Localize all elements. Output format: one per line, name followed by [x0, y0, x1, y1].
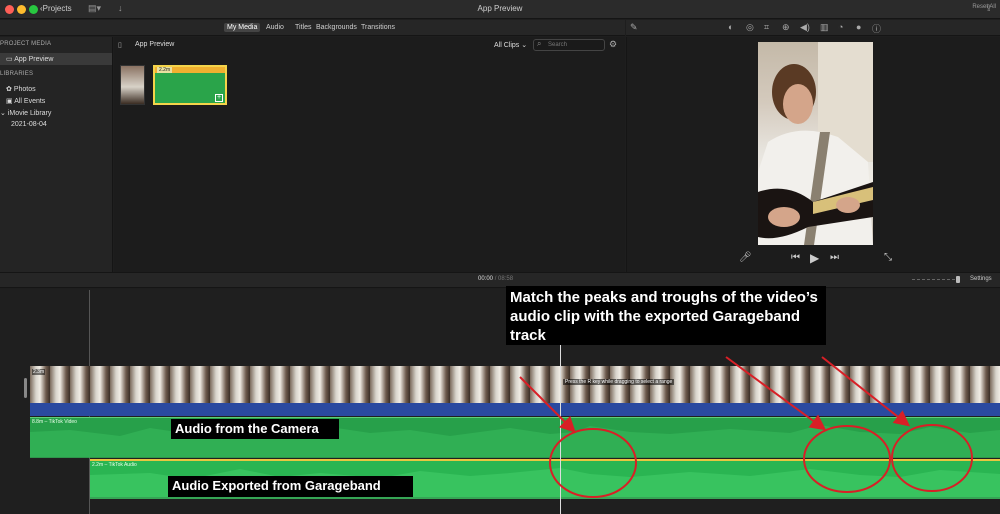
- microphone-icon[interactable]: 🎤︎: [739, 252, 752, 263]
- skip-forward-icon[interactable]: ⏭︎: [830, 252, 839, 263]
- equalizer-icon[interactable]: ▥: [820, 22, 829, 33]
- reset-all-button[interactable]: Reset All: [972, 4, 996, 10]
- tab-titles[interactable]: Titles: [292, 23, 314, 32]
- project-media-header: PROJECT MEDIA: [0, 41, 52, 47]
- guitarist-image: [758, 42, 873, 245]
- magic-wand-icon[interactable]: ✎: [630, 22, 638, 33]
- crop-icon[interactable]: ⌗: [764, 22, 769, 33]
- search-input[interactable]: Search: [533, 39, 605, 51]
- tab-audio[interactable]: Audio: [263, 23, 287, 32]
- play-icon[interactable]: ▶: [810, 251, 819, 265]
- video-preview: [758, 42, 873, 245]
- sidebar-item-event[interactable]: 2021-08-04: [11, 121, 47, 128]
- annotation-main: Match the peaks and troughs of the video…: [506, 286, 826, 345]
- clip-thumbnail-video[interactable]: [120, 65, 145, 105]
- speed-icon[interactable]: ◔: [838, 22, 843, 32]
- search-icon: ⌕: [537, 39, 542, 48]
- clip-duration-badge: 2.2m: [157, 67, 173, 73]
- browser-title: App Preview: [135, 41, 175, 48]
- timeline-settings-button[interactable]: Settings: [970, 276, 992, 282]
- stabilization-icon[interactable]: ⊕: [782, 22, 790, 33]
- timecode-display: 00:00 / 08:58: [478, 276, 514, 282]
- chevron-down-icon: ⌄: [521, 42, 528, 49]
- skip-back-icon[interactable]: ⏮︎: [791, 252, 800, 263]
- clip-thumbnail-audio[interactable]: 2.2m +: [153, 65, 227, 105]
- library-list-icon[interactable]: ▤▾: [88, 3, 101, 14]
- range-hint-tooltip: Press the R key while dragging to select…: [563, 379, 675, 385]
- camera-audio-label: 8.8m – TikTok Video: [32, 419, 77, 425]
- garageband-audio-label: 2.2m – TikTok Audio: [92, 462, 137, 468]
- tab-transitions[interactable]: Transitions: [358, 23, 398, 32]
- film-icon: ▭: [6, 56, 15, 63]
- star-icon: ▣: [6, 98, 15, 105]
- window-title: App Preview: [477, 4, 523, 13]
- sidebar-toggle-icon[interactable]: ▯: [118, 41, 122, 49]
- fullscreen-icon[interactable]: ⤡: [884, 252, 892, 263]
- timeline-scroll-handle[interactable]: [24, 378, 27, 398]
- sidebar-item-photos[interactable]: ✿ Photos: [6, 85, 36, 93]
- color-balance-icon[interactable]: ◐: [728, 22, 733, 32]
- video-audio-strip[interactable]: [30, 403, 1000, 416]
- libraries-header: LIBRARIES: [0, 71, 34, 77]
- tab-backgrounds[interactable]: Backgrounds: [313, 23, 360, 32]
- clip-filter-select[interactable]: All Clips ⌄: [494, 41, 527, 49]
- zoom-slider-knob[interactable]: [956, 276, 960, 283]
- annotation-garageband-audio: Audio Exported from Garageband: [168, 476, 413, 497]
- tab-my-media[interactable]: My Media: [224, 23, 261, 32]
- video-clip[interactable]: [30, 366, 1000, 403]
- photos-icon: ✿: [6, 86, 14, 93]
- add-to-timeline-icon[interactable]: +: [215, 94, 223, 102]
- sidebar-item-all-events[interactable]: ▣ All Events: [6, 97, 45, 105]
- disclosure-icon: ⌄: [0, 110, 8, 117]
- sidebar-item-imovie-library[interactable]: ⌄ iMovie Library: [0, 109, 51, 117]
- gear-icon[interactable]: ⚙: [609, 39, 617, 50]
- annotation-camera-audio: Audio from the Camera: [171, 419, 339, 439]
- adjustment-bar: [626, 20, 1000, 36]
- filter-icon[interactable]: ●: [856, 22, 861, 32]
- import-icon[interactable]: ↓: [118, 3, 123, 13]
- volume-icon[interactable]: ◀): [800, 22, 810, 33]
- info-icon[interactable]: ⓘ: [872, 22, 881, 35]
- video-clip-duration: 2.3m: [32, 369, 46, 375]
- zoom-slider[interactable]: [912, 279, 960, 280]
- sidebar-item-app-preview[interactable]: ▭ App Preview: [6, 55, 53, 63]
- skimmer: [560, 340, 561, 514]
- color-correction-icon[interactable]: ◎: [746, 22, 754, 33]
